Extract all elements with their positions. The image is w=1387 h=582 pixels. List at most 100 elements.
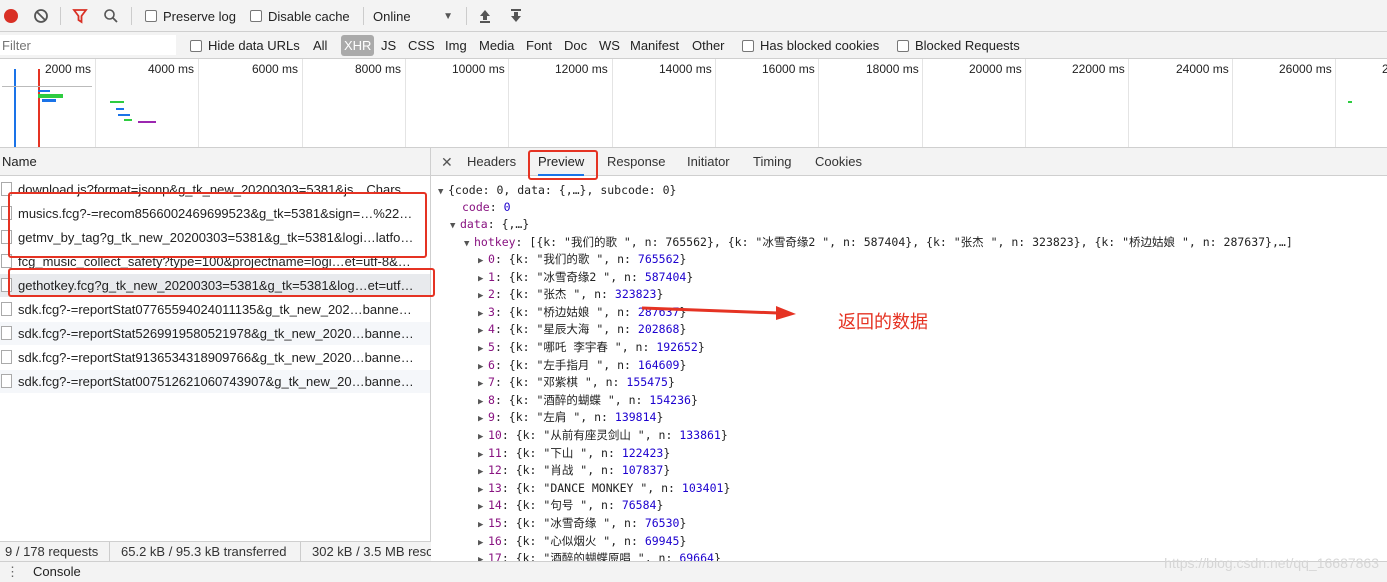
- hotkey-item[interactable]: ▶ 17: {k: "酒醉的蝴蝶原唱 ", n: 69664}: [478, 550, 721, 561]
- request-row-selected[interactable]: gethotkey.fcg?g_tk_new_20200303=5381&g_t…: [0, 274, 430, 298]
- expand-triangle-icon[interactable]: ▶: [478, 288, 488, 305]
- tab-timing[interactable]: Timing: [753, 148, 792, 176]
- expand-triangle-icon[interactable]: ▶: [478, 552, 488, 561]
- filter-type-all[interactable]: All: [313, 32, 327, 59]
- request-row[interactable]: musics.fcg?-=recom8566002469699523&g_tk=…: [0, 202, 430, 226]
- hotkey-item[interactable]: ▶ 15: {k: "冰雪奇缘 ", n: 76530}: [478, 515, 686, 532]
- expand-triangle-icon[interactable]: ▶: [478, 499, 488, 516]
- preserve-log-checkbox[interactable]: Preserve log: [145, 0, 236, 32]
- expand-triangle-icon[interactable]: ▶: [478, 253, 488, 270]
- tick-label: 14000 ms: [659, 62, 712, 76]
- request-row[interactable]: getmv_by_tag?g_tk_new_20200303=5381&g_tk…: [0, 226, 430, 250]
- filter-type-font[interactable]: Font: [526, 32, 552, 59]
- expand-triangle-icon[interactable]: ▶: [478, 323, 488, 340]
- throttle-select[interactable]: Online ▼: [373, 0, 455, 32]
- request-name: fcg_music_collect_safety?type=100&projec…: [18, 254, 411, 269]
- tab-initiator[interactable]: Initiator: [687, 148, 730, 176]
- name-column-header[interactable]: Name: [0, 148, 430, 176]
- tab-preview[interactable]: Preview: [538, 148, 585, 176]
- filter-type-img[interactable]: Img: [445, 32, 467, 59]
- blocked-requests-box[interactable]: [897, 39, 909, 52]
- hotkey-item[interactable]: ▶ 13: {k: "DANCE MONKEY ", n: 103401}: [478, 480, 730, 497]
- tab-headers[interactable]: Headers: [467, 148, 516, 176]
- filter-type-doc[interactable]: Doc: [564, 32, 587, 59]
- import-har-button[interactable]: [478, 0, 492, 32]
- expand-triangle-icon[interactable]: ▶: [478, 306, 488, 323]
- expand-triangle-icon[interactable]: ▶: [478, 411, 488, 428]
- timeline-overview[interactable]: 2000 ms 4000 ms 6000 ms 8000 ms 10000 ms…: [0, 59, 1387, 148]
- expand-triangle-icon[interactable]: ▶: [478, 271, 488, 288]
- request-row[interactable]: sdk.fcg?-=reportStat9136534318909766&g_t…: [0, 346, 430, 370]
- hotkey-item[interactable]: ▶ 2: {k: "张杰 ", n: 323823}: [478, 286, 663, 303]
- hotkey-item[interactable]: ▶ 9: {k: "左肩 ", n: 139814}: [478, 409, 663, 426]
- request-row[interactable]: sdk.fcg?-=reportStat5269919580521978&g_t…: [0, 322, 430, 346]
- hotkey-item[interactable]: ▶ 0: {k: "我们的歌 ", n: 765562}: [478, 251, 686, 268]
- hotkey-item[interactable]: ▶ 7: {k: "邓紫棋 ", n: 155475}: [478, 374, 675, 391]
- request-name: musics.fcg?-=recom8566002469699523&g_tk=…: [18, 206, 413, 221]
- request-row[interactable]: sdk.fcg?-=reportStat007512621060743907&g…: [0, 370, 430, 394]
- filter-type-media[interactable]: Media: [479, 32, 514, 59]
- expand-triangle-icon[interactable]: ▶: [478, 341, 488, 358]
- hotkey-item[interactable]: ▶ 12: {k: "肖战 ", n: 107837}: [478, 462, 670, 479]
- expand-triangle-icon[interactable]: ▼: [450, 218, 460, 235]
- filter-type-css[interactable]: CSS: [408, 32, 435, 59]
- request-name: getmv_by_tag?g_tk_new_20200303=5381&g_tk…: [18, 230, 414, 245]
- console-tab[interactable]: Console: [33, 562, 81, 582]
- filter-type-xhr[interactable]: XHR: [341, 35, 375, 56]
- json-hotkey[interactable]: ▼ hotkey: [{k: "我们的歌 ", n: 765562}, {k: "…: [464, 234, 1293, 251]
- expand-triangle-icon[interactable]: ▶: [478, 447, 488, 464]
- filter-type-ws[interactable]: WS: [599, 32, 620, 59]
- tab-cookies[interactable]: Cookies: [815, 148, 862, 176]
- more-vert-icon[interactable]: ⋮: [6, 562, 19, 582]
- expand-triangle-icon[interactable]: ▶: [478, 535, 488, 552]
- expand-triangle-icon[interactable]: ▼: [438, 184, 448, 201]
- preserve-log-box[interactable]: [145, 10, 157, 22]
- has-blocked-cookies-box[interactable]: [742, 39, 754, 52]
- request-row[interactable]: download.js?format=jsonp&g_tk_new_202003…: [0, 178, 430, 202]
- filter-type-js[interactable]: JS: [381, 32, 396, 59]
- hotkey-item[interactable]: ▶ 8: {k: "酒醉的蝴蝶 ", n: 154236}: [478, 392, 698, 409]
- tick-label: 26000 ms: [1279, 62, 1332, 76]
- expand-triangle-icon[interactable]: ▼: [464, 236, 474, 253]
- expand-triangle-icon[interactable]: ▶: [478, 376, 488, 393]
- expand-triangle-icon[interactable]: ▶: [478, 429, 488, 446]
- filter-type-manifest[interactable]: Manifest: [630, 32, 679, 59]
- json-data[interactable]: ▼ data: {,…}: [450, 216, 529, 233]
- expand-triangle-icon[interactable]: ▶: [478, 359, 488, 376]
- tick-label: 16000 ms: [762, 62, 815, 76]
- close-icon[interactable]: ✕: [441, 148, 453, 176]
- json-code: code: 0: [462, 200, 511, 214]
- clear-button[interactable]: [33, 0, 49, 32]
- hide-data-urls-box[interactable]: [190, 39, 202, 52]
- search-icon: [104, 9, 118, 23]
- expand-triangle-icon[interactable]: ▶: [478, 517, 488, 534]
- hotkey-item[interactable]: ▶ 6: {k: "左手指月 ", n: 164609}: [478, 357, 686, 374]
- filter-input[interactable]: [0, 35, 176, 55]
- hide-data-urls-checkbox[interactable]: Hide data URLs: [190, 32, 300, 59]
- hotkey-item[interactable]: ▶ 11: {k: "下山 ", n: 122423}: [478, 445, 670, 462]
- request-list-panel: Name download.js?format=jsonp&g_tk_new_2…: [0, 148, 431, 542]
- filter-type-other[interactable]: Other: [692, 32, 725, 59]
- tick-label: 2000 ms: [45, 62, 92, 76]
- request-row[interactable]: sdk.fcg?-=reportStat07765594024011135&g_…: [0, 298, 430, 322]
- hotkey-item[interactable]: ▶ 16: {k: "心似烟火 ", n: 69945}: [478, 533, 686, 550]
- filter-toggle-button[interactable]: [72, 0, 88, 32]
- blocked-requests-checkbox[interactable]: Blocked Requests: [897, 32, 1020, 59]
- has-blocked-cookies-checkbox[interactable]: Has blocked cookies: [742, 32, 879, 59]
- hotkey-item[interactable]: ▶ 10: {k: "从前有座灵剑山 ", n: 133861}: [478, 427, 728, 444]
- expand-triangle-icon[interactable]: ▶: [478, 394, 488, 411]
- tab-response[interactable]: Response: [607, 148, 666, 176]
- hotkey-item[interactable]: ▶ 5: {k: "哪吒 李宇春 ", n: 192652}: [478, 339, 705, 356]
- hotkey-item[interactable]: ▶ 14: {k: "句号 ", n: 76584}: [478, 497, 663, 514]
- expand-triangle-icon[interactable]: ▶: [478, 464, 488, 481]
- hotkey-item[interactable]: ▶ 1: {k: "冰雪奇缘2 ", n: 587404}: [478, 269, 693, 286]
- disable-cache-checkbox[interactable]: Disable cache: [250, 0, 350, 32]
- export-har-button[interactable]: [509, 0, 523, 32]
- record-button[interactable]: [3, 0, 19, 32]
- search-button[interactable]: [103, 0, 119, 32]
- blocked-requests-label: Blocked Requests: [915, 38, 1020, 53]
- request-row[interactable]: fcg_music_collect_safety?type=100&projec…: [0, 250, 430, 274]
- json-root[interactable]: ▼ {code: 0, data: {,…}, subcode: 0}: [438, 182, 676, 199]
- expand-triangle-icon[interactable]: ▶: [478, 482, 488, 499]
- disable-cache-box[interactable]: [250, 10, 262, 22]
